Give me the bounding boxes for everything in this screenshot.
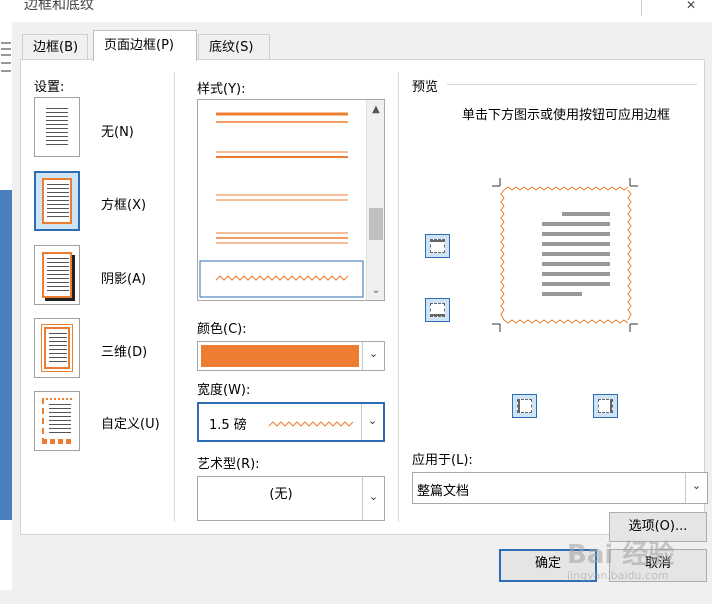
window-title: 边框和底纹: [24, 0, 94, 13]
apply-to-value: 整篇文档: [417, 484, 470, 499]
chevron-down-icon[interactable]: ⌄: [362, 477, 384, 520]
color-swatch: [201, 345, 359, 367]
background-document: [0, 0, 12, 590]
page-border-panel: 设置: 无(N) 方框(X) 阴影(A) 三维(D) 自定义(U) 样式(Y):…: [20, 59, 708, 542]
tab-shading[interactable]: 底纹(S): [198, 34, 270, 60]
chevron-down-icon[interactable]: ⌄: [361, 404, 383, 440]
width-sample: [269, 421, 354, 427]
art-dropdown[interactable]: (无) ⌄: [197, 476, 385, 521]
title-bar: 边框和底纹 ✕: [12, 0, 712, 22]
scrollbar-thumb[interactable]: [369, 208, 383, 240]
width-value: 1.5 磅: [209, 418, 247, 433]
setting-3d-thumb[interactable]: [34, 318, 80, 378]
scroll-down-icon[interactable]: ⌄: [367, 285, 384, 296]
setting-none-label[interactable]: 无(N): [101, 121, 134, 140]
width-dropdown[interactable]: 1.5 磅 ⌄: [197, 402, 385, 442]
style-heading: 样式(Y):: [197, 82, 246, 97]
apply-to-dropdown[interactable]: 整篇文档 ⌄: [412, 472, 708, 504]
bottom-border-button[interactable]: [425, 298, 450, 322]
style-list[interactable]: ▲ ⌄: [197, 99, 385, 301]
color-dropdown[interactable]: ⌄: [197, 341, 385, 371]
width-heading: 宽度(W):: [197, 383, 251, 398]
scroll-up-icon[interactable]: ▲: [367, 104, 384, 115]
preview-page[interactable]: [492, 178, 642, 338]
setting-none-thumb[interactable]: [34, 97, 80, 157]
setting-3d-label[interactable]: 三维(D): [101, 341, 147, 360]
close-icon[interactable]: ✕: [686, 0, 696, 12]
left-border-button[interactable]: [512, 394, 537, 418]
tab-page-border[interactable]: 页面边框(P): [93, 30, 197, 61]
setting-custom-thumb[interactable]: [34, 391, 80, 451]
borders-shading-dialog: 边框(B) 页面边框(P) 底纹(S) 设置: 无(N) 方框(X) 阴影(A)…: [12, 22, 712, 590]
setting-shadow-thumb[interactable]: [34, 245, 80, 305]
preview-instruction: 单击下方图示或使用按钮可应用边框: [461, 108, 670, 123]
setting-box-label[interactable]: 方框(X): [101, 194, 146, 213]
setting-custom-label[interactable]: 自定义(U): [101, 413, 160, 432]
watermark: Bai 经验 jingyan.baidu.com: [567, 540, 675, 582]
chevron-down-icon[interactable]: ⌄: [362, 342, 384, 370]
chevron-down-icon[interactable]: ⌄: [685, 473, 707, 503]
right-border-button[interactable]: [593, 394, 618, 418]
style-samples: [199, 112, 364, 298]
top-border-button[interactable]: [425, 234, 450, 258]
apply-to-heading: 应用于(L):: [412, 453, 473, 468]
art-value: (无): [269, 487, 293, 502]
tab-borders[interactable]: 边框(B): [22, 34, 88, 60]
style-scrollbar[interactable]: ▲ ⌄: [366, 100, 384, 300]
color-heading: 颜色(C):: [197, 322, 247, 337]
settings-heading: 设置:: [34, 80, 65, 95]
setting-box-thumb[interactable]: [34, 171, 80, 231]
art-heading: 艺术型(R):: [197, 457, 260, 472]
preview-heading: 预览: [412, 80, 439, 95]
setting-shadow-label[interactable]: 阴影(A): [101, 268, 146, 287]
